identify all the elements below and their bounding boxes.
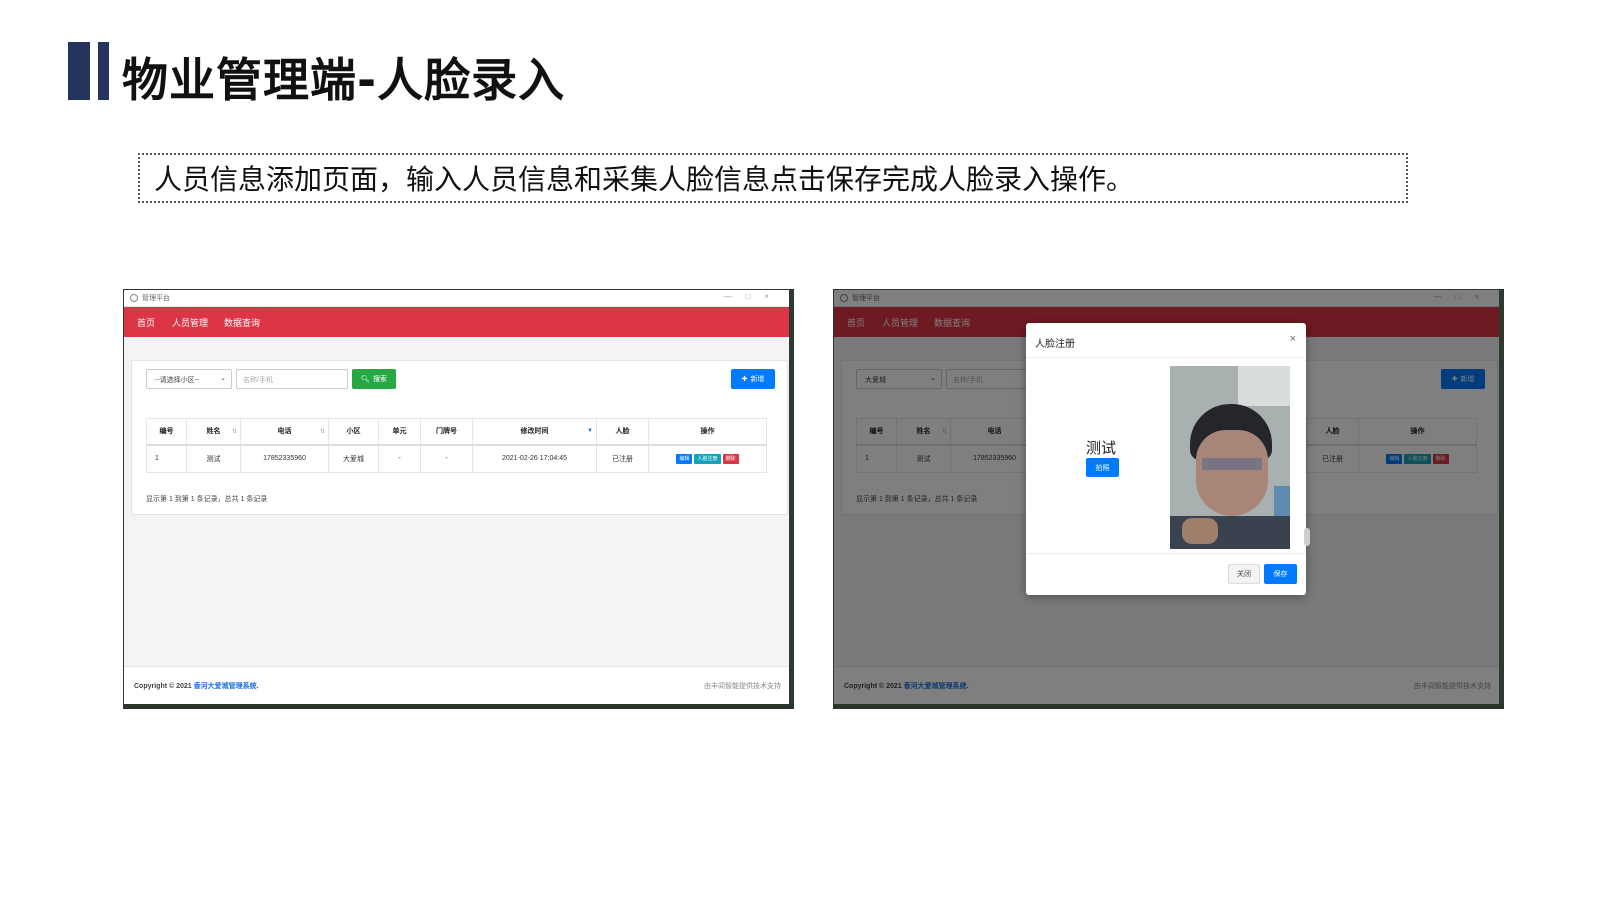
pagination-summary: 显示第 1 到第 1 条记录，总共 1 条记录 <box>146 496 268 503</box>
sort-icon[interactable]: ⇅ <box>320 428 325 435</box>
scrollbar-thumb[interactable] <box>1304 528 1310 546</box>
copyright-suffix: . <box>256 683 259 690</box>
search-icon: 🔍︎ <box>361 376 370 383</box>
col-name[interactable]: 姓名⇅ <box>186 418 241 446</box>
chevron-down-icon: ⌄ <box>220 375 226 382</box>
page-footer: Copyright © 2021 香河大爱城管理系统. 由丰闾智能提供技术支持 <box>124 666 793 704</box>
window-title: 管理平台 <box>142 295 170 302</box>
close-window-icon[interactable]: × <box>764 292 783 301</box>
search-input[interactable]: 名称/手机 <box>236 369 348 389</box>
cell-face: 已注册 <box>596 444 649 473</box>
close-button[interactable]: 关闭 <box>1228 564 1260 584</box>
search-button[interactable]: 🔍︎ 搜索 <box>352 369 396 389</box>
cell-updated: 2021-02-26 17:04:45 <box>472 444 597 473</box>
person-name: 测试 <box>1086 440 1117 457</box>
delete-button[interactable]: 删除 <box>722 453 739 464</box>
col-updated[interactable]: 修改时间 ▼ <box>472 418 597 446</box>
add-button[interactable]: ✚ 新增 <box>731 369 775 389</box>
sort-icon[interactable]: ⇅ <box>232 428 237 435</box>
face-photo <box>1170 366 1290 549</box>
capture-button[interactable]: 拍照 <box>1086 458 1119 477</box>
cell-id: 1 <box>146 444 187 473</box>
face-register-modal: 人脸注册 × 测试 拍照 关闭 保存 <box>1026 323 1306 595</box>
screenshot-list-page: 管理平台 —□× 首页 人员管理 数据查询 --请选择小区-- ⌄ 名称/手机 … <box>123 289 794 709</box>
description-box: 人员信息添加页面，输入人员信息和采集人脸信息点击保存完成人脸录入操作。 <box>138 153 1408 203</box>
title-accent-bar <box>68 42 90 100</box>
face-register-button[interactable]: 人脸注册 <box>694 453 721 464</box>
col-phone[interactable]: 电话⇅ <box>240 418 329 446</box>
cell-name: 测试 <box>186 444 241 473</box>
nav-person-management[interactable]: 人员管理 <box>172 316 208 329</box>
modal-footer: 关闭 保存 <box>1026 553 1306 595</box>
maximize-icon[interactable]: □ <box>745 292 764 301</box>
cell-community: 大爱城 <box>328 444 379 473</box>
content-panel: --请选择小区-- ⌄ 名称/手机 🔍︎ 搜索 ✚ 新增 编号 姓名 ⇅ 电话 ⇅ … <box>131 360 788 515</box>
desktop-edge <box>1499 290 1503 708</box>
person-table: 编号 姓名 ⇅ 电话 ⇅ 小区 单元 门牌号 修改时间 ▼ 人脸 操作 1 测试 17… <box>146 418 767 473</box>
sort-active-icon[interactable]: ▼ <box>587 428 593 434</box>
title-accent-bar-thin <box>98 42 109 100</box>
edit-button[interactable]: 编辑 <box>676 453 693 464</box>
support-text: 由丰闾智能提供技术支持 <box>704 683 781 690</box>
cell-unit: - <box>378 444 421 473</box>
system-link[interactable]: 香河大爱城管理系统 <box>194 683 257 690</box>
col-id[interactable]: 编号 <box>146 418 187 446</box>
cell-phone: 17852335960 <box>240 444 329 473</box>
desktop-edge-bottom <box>834 704 1503 708</box>
col-face[interactable]: 人脸 <box>596 418 649 446</box>
col-door[interactable]: 门牌号 <box>420 418 473 446</box>
copyright: Copyright © 2021 香河大爱城管理系统. <box>134 681 259 691</box>
window-titlebar: 管理平台 —□× <box>124 290 793 307</box>
modal-title: 人脸注册 <box>1035 339 1075 350</box>
desktop-edge-bottom <box>124 704 793 708</box>
close-icon[interactable]: × <box>1290 333 1296 345</box>
nav-data-query[interactable]: 数据查询 <box>224 316 260 329</box>
copyright-prefix: Copyright © 2021 <box>134 683 192 690</box>
col-actions: 操作 <box>648 418 767 446</box>
community-select[interactable]: --请选择小区-- ⌄ <box>146 369 232 389</box>
minimize-icon[interactable]: — <box>723 292 745 301</box>
window-controls[interactable]: —□× <box>723 292 783 301</box>
app-icon <box>130 294 138 302</box>
cell-actions: 编辑 人脸注册 删除 <box>648 444 767 473</box>
desktop-edge <box>789 290 793 708</box>
modal-header: 人脸注册 × <box>1026 323 1306 358</box>
screenshot-face-register: 管理平台 —□× 首页 人员管理 数据查询 大爱城 ⌄ 名称/手机 ✚ 新增 编… <box>833 289 1504 709</box>
slide-title: 物业管理端-人脸录入 <box>122 53 566 107</box>
table-row: 1 测试 17852335960 大爱城 - - 2021-02-26 17:0… <box>146 444 767 473</box>
nav-home[interactable]: 首页 <box>137 316 155 329</box>
add-button-label: 新增 <box>750 376 765 383</box>
cell-door: - <box>420 444 473 473</box>
community-select-value: --请选择小区-- <box>155 377 200 384</box>
save-button[interactable]: 保存 <box>1264 564 1297 584</box>
top-navbar: 首页 人员管理 数据查询 <box>124 307 793 337</box>
col-community[interactable]: 小区 <box>328 418 379 446</box>
description-text: 人员信息添加页面，输入人员信息和采集人脸信息点击保存完成人脸录入操作。 <box>154 163 1135 196</box>
col-unit[interactable]: 单元 <box>378 418 421 446</box>
plus-icon: ✚ <box>741 376 748 383</box>
table-header-row: 编号 姓名 ⇅ 电话 ⇅ 小区 单元 门牌号 修改时间 ▼ 人脸 操作 <box>146 418 767 446</box>
search-button-label: 搜索 <box>372 376 387 383</box>
